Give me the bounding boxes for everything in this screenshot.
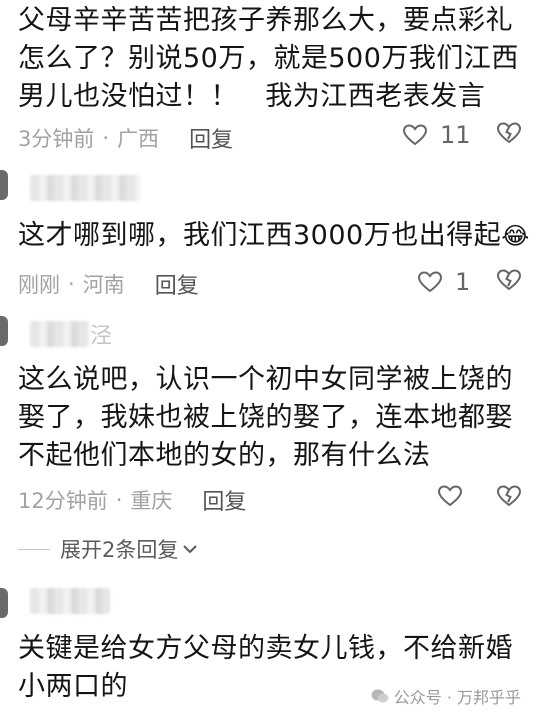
like-button[interactable] bbox=[437, 484, 463, 512]
separator: · bbox=[68, 272, 75, 296]
expand-replies-label: 展开2条回复 bbox=[60, 538, 179, 562]
avatar[interactable] bbox=[0, 316, 8, 346]
heart-icon bbox=[417, 271, 443, 293]
username-blurred[interactable] bbox=[30, 175, 140, 201]
comment-1-line-3: 男儿也没怕过！！ 我为江西老表发言 bbox=[18, 81, 486, 112]
separator: · bbox=[115, 488, 123, 512]
like-count: 11 bbox=[440, 121, 471, 149]
divider bbox=[18, 548, 50, 550]
username-blurred[interactable] bbox=[30, 588, 110, 614]
dislike-button[interactable] bbox=[496, 268, 522, 296]
like-count: 1 bbox=[455, 268, 471, 296]
dislike-button[interactable] bbox=[496, 484, 522, 512]
comment-1-line-1: 父母辛辛苦苦把孩子养那么大，要点彩礼 bbox=[18, 5, 513, 36]
comment-3-line-1: 这么说吧，认识一个初中女同学被上饶的 bbox=[18, 364, 513, 395]
watermark: 公众号 · 万邦乎乎 bbox=[371, 684, 521, 708]
comment-time: 3分钟前 bbox=[18, 127, 95, 151]
comment-3-text: 这么说吧，认识一个初中女同学被上饶的 娶了，我妹也被上饶的娶了，连本地都娶 不起… bbox=[18, 361, 513, 475]
dislike-button[interactable] bbox=[496, 121, 522, 149]
comment-2-line-1: 这才哪到哪，我们江西3000万也出得起 bbox=[18, 220, 502, 251]
heart-icon bbox=[402, 124, 428, 146]
reply-button[interactable]: 回复 bbox=[155, 268, 199, 300]
comment-4-line-1: 关键是给女方父母的卖女儿钱，不给新婚 bbox=[18, 633, 513, 664]
heart-icon bbox=[437, 485, 463, 507]
like-button[interactable]: 1 bbox=[417, 268, 470, 296]
reply-button[interactable]: 回复 bbox=[189, 122, 233, 154]
comment-3-line-2: 娶了，我妹也被上饶的娶了，连本地都娶 bbox=[18, 402, 513, 433]
reply-button[interactable]: 回复 bbox=[202, 484, 246, 516]
tears-of-joy-emoji: 😂 bbox=[501, 222, 530, 250]
username[interactable]: 泾 bbox=[30, 318, 112, 350]
comment-time: 12分钟前 bbox=[18, 489, 108, 513]
comment-2-meta: 刚刚 · 河南 回复 bbox=[18, 268, 199, 300]
watermark-text: 公众号 · 万邦乎乎 bbox=[393, 688, 521, 707]
like-button[interactable]: 11 bbox=[402, 121, 471, 149]
comment-3-meta: 12分钟前 · 重庆 回复 bbox=[18, 484, 246, 516]
expand-replies-button[interactable]: 展开2条回复 bbox=[18, 534, 198, 564]
wechat-icon bbox=[371, 689, 389, 703]
comment-time: 刚刚 bbox=[18, 273, 60, 297]
avatar[interactable] bbox=[0, 588, 8, 618]
comment-2-text: 这才哪到哪，我们江西3000万也出得起😂 bbox=[18, 217, 530, 255]
comment-location: 重庆 bbox=[130, 489, 173, 513]
comment-1-text: 父母辛辛苦苦把孩子养那么大，要点彩礼 怎么了？别说50万，就是500万我们江西 … bbox=[18, 2, 519, 116]
username-blurred bbox=[30, 321, 90, 347]
comment-location: 河南 bbox=[82, 273, 125, 297]
comment-3-line-3: 不起他们本地的女的，那有什么法 bbox=[18, 440, 431, 471]
broken-heart-icon bbox=[496, 485, 522, 507]
chevron-down-icon bbox=[183, 545, 198, 554]
comment-location: 广西 bbox=[117, 127, 160, 151]
avatar[interactable] bbox=[0, 170, 8, 200]
broken-heart-icon bbox=[496, 122, 522, 144]
broken-heart-icon bbox=[496, 269, 522, 291]
username-partial: 泾 bbox=[90, 324, 113, 349]
separator: · bbox=[102, 126, 110, 150]
comment-1-line-2: 怎么了？别说50万，就是500万我们江西 bbox=[18, 43, 519, 74]
comment-1-meta: 3分钟前 · 广西 回复 bbox=[18, 122, 233, 154]
